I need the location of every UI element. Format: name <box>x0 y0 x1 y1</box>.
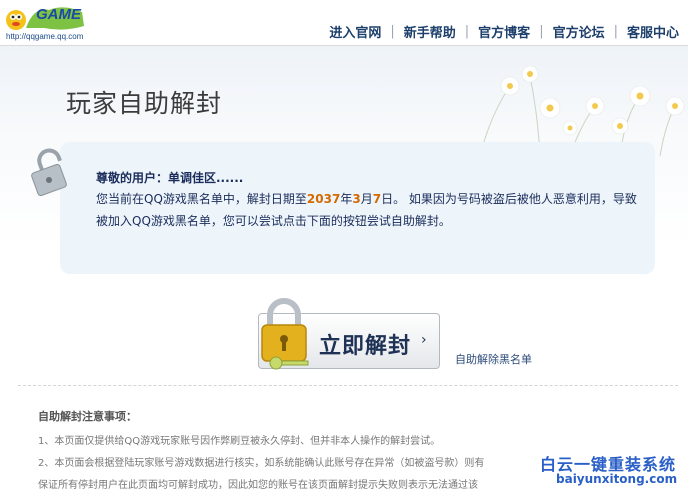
golden-padlock-key-icon <box>261 298 309 370</box>
unban-day-unit: 日 <box>381 192 394 206</box>
header: GAME http://qqgame.qq.com 进入官网 | 新手帮助 | … <box>0 0 688 46</box>
note-item: 保证所有停封用户在此页面均可解封成功，因此如您的账号在该页面解封提示失败则表示无… <box>38 480 478 491</box>
nav-official-forum[interactable]: 官方论坛 <box>544 22 614 41</box>
open-padlock-icon <box>31 148 67 196</box>
logo-url: http://qqgame.qq.com <box>6 32 84 41</box>
greeting-text: 尊敬的用户：单调佳区...... <box>96 171 244 185</box>
unlock-button-group: 立即解封 › <box>258 298 440 370</box>
nav-customer-service[interactable]: 客服中心 <box>618 22 688 41</box>
note-item: 1、本页面仅提供给QQ游戏玩家账号因作弊刷豆被永久停封、但并非本人操作的解封尝试… <box>38 436 441 447</box>
qqgame-logo[interactable]: GAME http://qqgame.qq.com <box>4 2 94 42</box>
main-content: 玩家自助解封 尊敬的用户：单调佳区...... 您当前在QQ游戏黑名单中，解封日… <box>0 46 688 491</box>
unban-month-unit: 月 <box>360 192 373 206</box>
nav-newbie-help[interactable]: 新手帮助 <box>395 22 465 41</box>
unlock-button-label: 立即解封 <box>319 334 412 359</box>
unban-year-unit: 年 <box>340 192 353 206</box>
unban-day: 7 <box>372 192 382 206</box>
page-title: 玩家自助解封 <box>66 89 223 118</box>
section-divider <box>18 385 678 386</box>
nav-official-site[interactable]: 进入官网 <box>320 22 390 41</box>
blacklist-message: 您当前在QQ游戏黑名单中，解封日期至2037年3月7日。 如果因为号码被盗后被他… <box>96 188 641 232</box>
message-part-1: 您当前在QQ游戏黑名单中，解封日期至 <box>96 192 307 206</box>
chevron-right-icon: › <box>421 332 427 348</box>
unban-year: 2037 <box>306 192 341 206</box>
notes-title: 自助解封注意事项： <box>38 410 137 423</box>
top-nav: 进入官网 | 新手帮助 | 官方博客 | 官方论坛 | 客服中心 <box>320 22 688 41</box>
note-item: 2、本页面会根据登陆玩家账号游戏数据进行核实，如系统能确认此账号存在异常（如被盗… <box>38 458 485 469</box>
unban-month: 3 <box>352 192 361 206</box>
nav-official-blog[interactable]: 官方博客 <box>469 22 539 41</box>
daisy-flowers-decoration <box>479 65 685 156</box>
self-remove-blacklist-link[interactable]: 自助解除黑名单 <box>455 351 532 367</box>
watermark-url: baiyunxitong.com <box>556 472 678 486</box>
logo-text: GAME <box>36 6 81 23</box>
